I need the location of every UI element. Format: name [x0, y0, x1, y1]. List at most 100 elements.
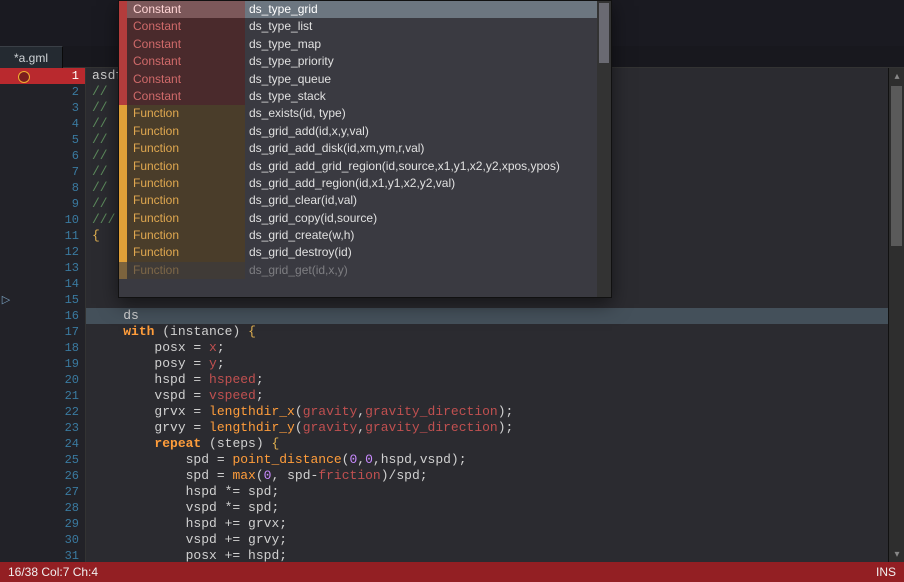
line-number: 17 [0, 324, 85, 340]
autocomplete-kind-bar [119, 123, 127, 140]
autocomplete-kind-bar [119, 71, 127, 88]
autocomplete-kind: Function [127, 140, 245, 157]
autocomplete-scroll-thumb[interactable] [599, 3, 609, 63]
code-line[interactable]: vspd += grvy; [86, 532, 904, 548]
autocomplete-kind: Constant [127, 88, 245, 105]
autocomplete-item[interactable]: Constantds_type_grid [119, 1, 611, 18]
autocomplete-kind: Constant [127, 53, 245, 70]
autocomplete-kind: Function [127, 192, 245, 209]
autocomplete-kind: Constant [127, 36, 245, 53]
autocomplete-item[interactable]: Constantds_type_map [119, 36, 611, 53]
autocomplete-kind: Function [127, 105, 245, 122]
code-line[interactable]: posx = x; [86, 340, 904, 356]
line-number: 14 [0, 276, 85, 292]
line-number: 25 [0, 452, 85, 468]
code-line[interactable]: spd = max(0, spd-friction)/spd; [86, 468, 904, 484]
scroll-up-icon[interactable]: ▴ [889, 68, 904, 84]
autocomplete-name: ds_grid_copy(id,source) [245, 210, 611, 227]
scroll-down-icon[interactable]: ▾ [889, 546, 904, 562]
code-line[interactable]: hspd = hspeed; [86, 372, 904, 388]
autocomplete-name: ds_type_list [245, 18, 611, 35]
autocomplete-item[interactable]: Functionds_grid_add_disk(id,xm,ym,r,val) [119, 140, 611, 157]
autocomplete-name: ds_grid_clear(id,val) [245, 192, 611, 209]
autocomplete-item[interactable]: Functionds_grid_destroy(id) [119, 244, 611, 261]
code-line[interactable]: spd = point_distance(0,0,hspd,vspd); [86, 452, 904, 468]
autocomplete-item[interactable]: Functionds_grid_get(id,x,y) [119, 262, 611, 279]
line-number: 26 [0, 468, 85, 484]
autocomplete-kind: Function [127, 123, 245, 140]
autocomplete-kind: Function [127, 175, 245, 192]
editor-scrollbar[interactable]: ▴ ▾ [888, 68, 904, 562]
autocomplete-item[interactable]: Constantds_type_priority [119, 53, 611, 70]
line-number: 7 [0, 164, 85, 180]
line-number: 18 [0, 340, 85, 356]
autocomplete-name: ds_type_grid [245, 1, 611, 18]
line-number: 13 [0, 260, 85, 276]
autocomplete-kind: Function [127, 158, 245, 175]
code-line-current[interactable]: ds [86, 308, 904, 324]
status-bar: 16/38 Col:7 Ch:4 INS [0, 562, 904, 582]
autocomplete-name: ds_type_map [245, 36, 611, 53]
line-number: 8 [0, 180, 85, 196]
code-line[interactable]: hspd += grvx; [86, 516, 904, 532]
line-number: 1 [0, 68, 85, 84]
code-line[interactable]: with (instance) { [86, 324, 904, 340]
autocomplete-scrollbar[interactable] [597, 1, 611, 297]
line-number: 6 [0, 148, 85, 164]
autocomplete-item[interactable]: Functionds_grid_clear(id,val) [119, 192, 611, 209]
fold-marker-icon[interactable]: ▷ [0, 292, 12, 306]
code-line[interactable]: posy = y; [86, 356, 904, 372]
line-number: 23 [0, 420, 85, 436]
code-line[interactable]: vspd *= spd; [86, 500, 904, 516]
line-number: 20 [0, 372, 85, 388]
code-line[interactable]: vspd = vspeed; [86, 388, 904, 404]
autocomplete-name: ds_grid_destroy(id) [245, 244, 611, 261]
autocomplete-name: ds_grid_add_grid_region(id,source,x1,y1,… [245, 158, 611, 175]
autocomplete-kind-bar [119, 244, 127, 261]
code-line[interactable]: repeat (steps) { [86, 436, 904, 452]
autocomplete-kind-bar [119, 158, 127, 175]
autocomplete-item[interactable]: Functionds_grid_copy(id,source) [119, 210, 611, 227]
autocomplete-item[interactable]: Constantds_type_list [119, 18, 611, 35]
line-number: 29 [0, 516, 85, 532]
scroll-thumb[interactable] [891, 86, 902, 246]
autocomplete-kind-bar [119, 210, 127, 227]
autocomplete-name: ds_type_stack [245, 88, 611, 105]
code-line[interactable]: grvx = lengthdir_x(gravity,gravity_direc… [86, 404, 904, 420]
line-number: 21 [0, 388, 85, 404]
code-line[interactable]: hspd *= spd; [86, 484, 904, 500]
autocomplete-name: ds_grid_add(id,x,y,val) [245, 123, 611, 140]
autocomplete-kind-bar [119, 88, 127, 105]
line-number: 2 [0, 84, 85, 100]
line-number: 10 [0, 212, 85, 228]
insert-mode: INS [876, 562, 896, 582]
autocomplete-popup[interactable]: Constantds_type_gridConstantds_type_list… [118, 0, 612, 298]
code-line[interactable]: grvy = lengthdir_y(gravity,gravity_direc… [86, 420, 904, 436]
line-number: 4 [0, 116, 85, 132]
autocomplete-kind-bar [119, 175, 127, 192]
autocomplete-kind-bar [119, 227, 127, 244]
autocomplete-item[interactable]: Constantds_type_stack [119, 88, 611, 105]
autocomplete-name: ds_grid_create(w,h) [245, 227, 611, 244]
autocomplete-kind: Constant [127, 1, 245, 18]
tab-filename: *a.gml [14, 51, 48, 65]
autocomplete-item[interactable]: Functionds_grid_add_grid_region(id,sourc… [119, 158, 611, 175]
autocomplete-kind-bar [119, 18, 127, 35]
autocomplete-kind-bar [119, 105, 127, 122]
autocomplete-kind: Function [127, 262, 245, 279]
autocomplete-item[interactable]: Functionds_grid_add_region(id,x1,y1,x2,y… [119, 175, 611, 192]
autocomplete-kind: Function [127, 227, 245, 244]
autocomplete-item[interactable]: Constantds_type_queue [119, 71, 611, 88]
autocomplete-kind: Function [127, 210, 245, 227]
autocomplete-name: ds_grid_add_disk(id,xm,ym,r,val) [245, 140, 611, 157]
autocomplete-name: ds_type_queue [245, 71, 611, 88]
autocomplete-item[interactable]: Functionds_exists(id, type) [119, 105, 611, 122]
line-number: 9 [0, 196, 85, 212]
autocomplete-item[interactable]: Functionds_grid_create(w,h) [119, 227, 611, 244]
cursor-position: 16/38 Col:7 Ch:4 [8, 562, 98, 582]
line-number: 24 [0, 436, 85, 452]
autocomplete-kind-bar [119, 53, 127, 70]
autocomplete-item[interactable]: Functionds_grid_add(id,x,y,val) [119, 123, 611, 140]
tab-file[interactable]: *a.gml [0, 46, 63, 68]
line-number: 12 [0, 244, 85, 260]
